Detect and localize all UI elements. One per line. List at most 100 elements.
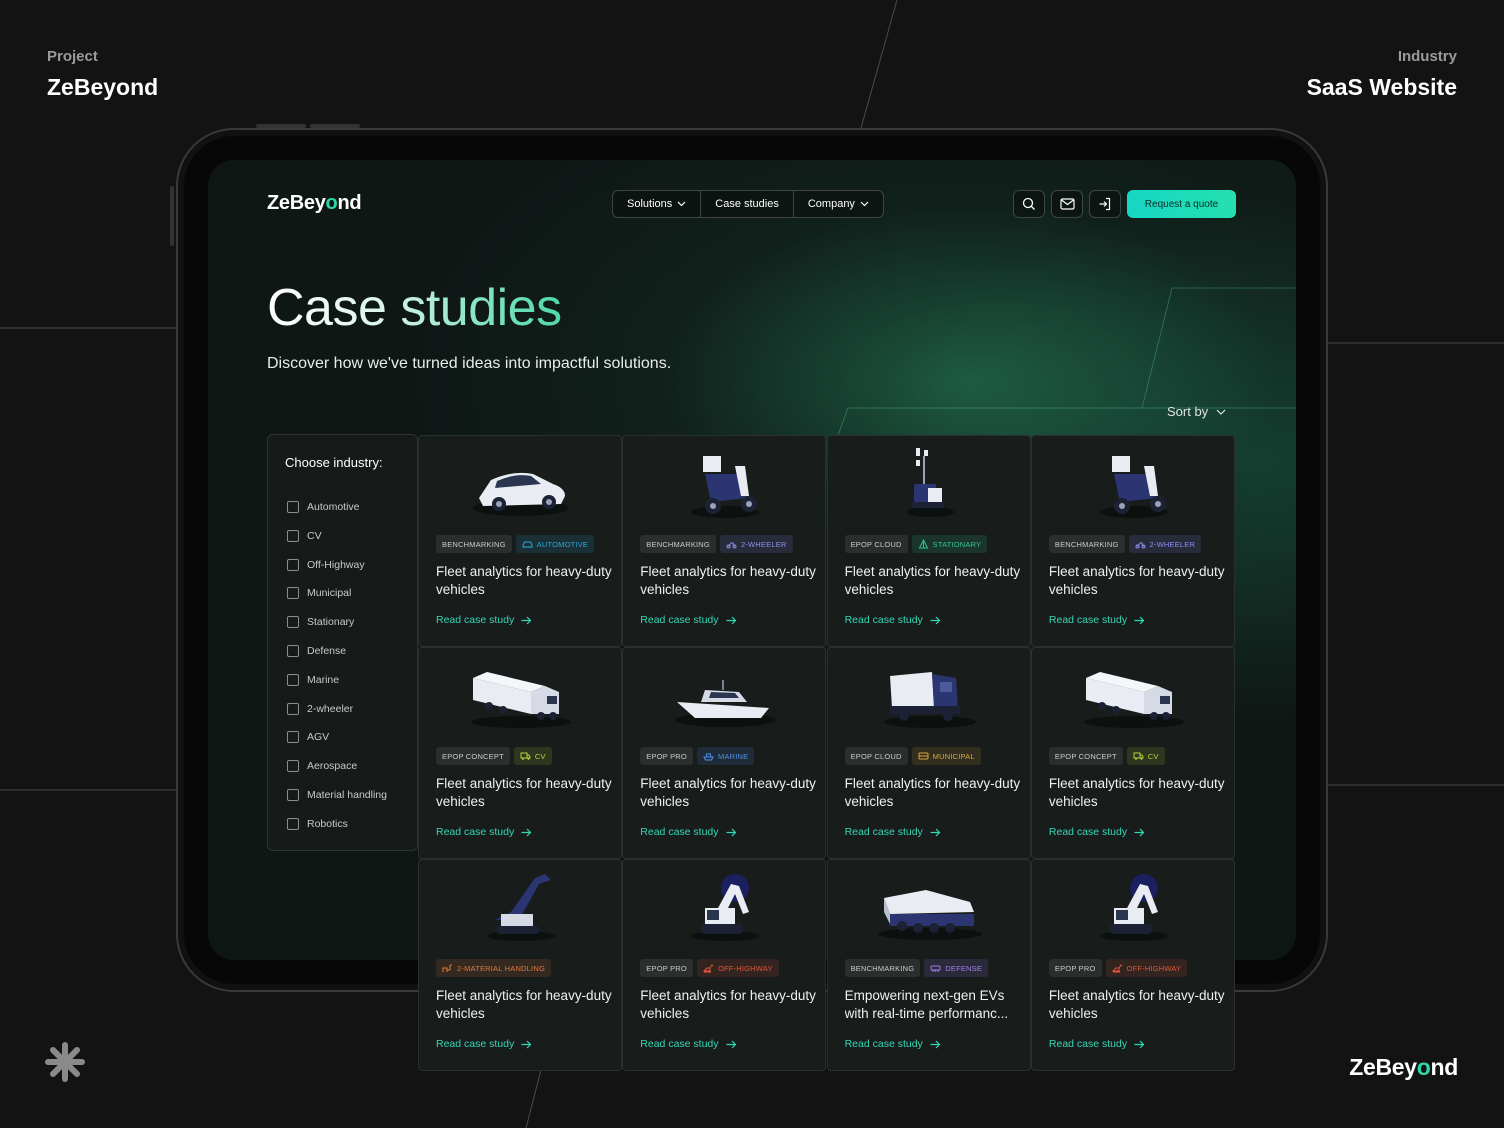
read-case-study-link[interactable]: Read case study <box>640 1038 736 1050</box>
excavator-illustration <box>1099 874 1168 941</box>
read-case-study-link[interactable]: Read case study <box>845 826 941 838</box>
case-study-card[interactable]: EPOP Pro Off-Highway Fleet analytics for h… <box>1030 859 1235 1071</box>
checkbox[interactable] <box>287 587 299 600</box>
card-tags: EPOP Pro Off-Highway <box>640 959 779 977</box>
project-name: ZeBeyond <box>47 74 159 100</box>
login-icon <box>1099 197 1111 211</box>
read-case-study-link[interactable]: Read case study <box>436 1038 532 1050</box>
checkbox[interactable] <box>287 673 299 686</box>
checkbox[interactable] <box>287 501 299 513</box>
filter-option-label: CV <box>307 529 322 542</box>
filter-option-label: Stationary <box>307 616 355 629</box>
case-study-card[interactable]: Benchmarking 2-wheeler Fleet analytics for… <box>622 435 827 647</box>
industry-label: Industry <box>1397 48 1457 65</box>
filter-option[interactable]: Marine <box>287 673 339 686</box>
filter-option[interactable]: Off-Highway <box>287 558 365 571</box>
nav-solutions[interactable]: Solutions <box>613 191 702 217</box>
nav-company[interactable]: Company <box>794 191 883 217</box>
marine-icon <box>703 753 714 761</box>
mail-icon <box>1059 198 1075 210</box>
card-title: Fleet analytics for heavy-duty vehicles <box>1048 564 1225 597</box>
cv-icon <box>1133 752 1144 760</box>
case-study-card[interactable]: EPOP Pro Off-Highway Fleet analytics for h… <box>622 859 827 1071</box>
footer-logo: ZeBeyond <box>1349 1054 1458 1080</box>
industry-filter-panel: Choose industry: Automotive CV Off-Highway… <box>267 434 418 851</box>
filter-option-label: AGV <box>307 731 330 744</box>
checkbox[interactable] <box>287 558 299 571</box>
checkbox[interactable] <box>287 645 299 657</box>
card-title: Fleet analytics for heavy-duty vehicles <box>640 564 816 597</box>
card-tags: Benchmarking Automotive <box>436 535 595 553</box>
checkbox[interactable] <box>287 702 299 715</box>
chevron-down-icon <box>860 201 869 207</box>
filter-option[interactable]: AGV <box>287 731 330 744</box>
checkbox[interactable] <box>287 789 299 801</box>
filter-option-label: Automotive <box>307 501 360 513</box>
filter-option[interactable]: Robotics <box>287 817 348 830</box>
case-study-card[interactable]: 2-Material handling Fleet analytics for h… <box>418 859 622 1071</box>
read-case-study-link[interactable]: Read case study <box>1049 826 1145 838</box>
tag-product: Benchmarking <box>640 535 716 553</box>
filter-option-label: 2-wheeler <box>307 702 354 715</box>
filter-option-label: Defense <box>307 645 347 657</box>
login-button[interactable] <box>1089 190 1121 218</box>
filter-option[interactable]: Stationary <box>287 616 355 629</box>
case-study-card[interactable]: EPOP Cloud Stationary Fleet analytics for … <box>826 435 1031 647</box>
filter-option[interactable]: Municipal <box>287 587 351 600</box>
nav-case-studies[interactable]: Case studies <box>701 191 794 217</box>
mail-button[interactable] <box>1051 190 1083 218</box>
request-quote-button[interactable]: Request a quote <box>1127 190 1236 218</box>
filter-option[interactable]: Aerospace <box>287 760 357 773</box>
arrow-right-icon <box>1134 616 1145 624</box>
read-case-study-link[interactable]: Read case study <box>845 1038 941 1050</box>
case-study-card[interactable]: Benchmarking Defense Empowering next-gen E… <box>826 859 1031 1071</box>
checkbox[interactable] <box>287 529 299 542</box>
handler-illustration <box>487 874 555 941</box>
case-study-card[interactable]: Benchmarking 2-wheeler Fleet analytics for… <box>1030 435 1235 647</box>
filter-option[interactable]: Material handling <box>287 789 387 801</box>
read-case-study-link[interactable]: Read case study <box>436 614 532 626</box>
read-case-study-link[interactable]: Read case study <box>640 826 736 838</box>
case-study-card[interactable]: EPOP Concept CV Fleet analytics for heavy-… <box>1030 647 1235 859</box>
card-tags: 2-Material handling <box>436 959 551 977</box>
card-title: Fleet analytics for heavy-duty vehicles <box>844 776 1021 809</box>
filter-option[interactable]: Defense <box>287 645 346 657</box>
filter-option-label: Material handling <box>307 789 387 801</box>
filter-title: Choose industry: <box>285 455 383 470</box>
read-case-study-link[interactable]: Read case study <box>1049 614 1145 626</box>
tag-product: Benchmarking <box>436 535 512 553</box>
device-button <box>256 124 306 128</box>
read-case-study-link[interactable]: Read case study <box>640 614 736 626</box>
read-case-study-link[interactable]: Read case study <box>845 614 941 626</box>
arrow-right-icon <box>521 828 532 836</box>
filter-option[interactable]: CV <box>287 529 322 542</box>
tag-industry: CV <box>1126 747 1165 765</box>
search-button[interactable] <box>1013 190 1045 218</box>
read-case-study-link[interactable]: Read case study <box>436 826 532 838</box>
read-case-study-link[interactable]: Read case study <box>1049 1038 1145 1050</box>
chevron-down-icon <box>1216 409 1226 415</box>
checkbox[interactable] <box>287 760 299 773</box>
case-study-card[interactable]: EPOP Pro Marine Fleet analytics for heavy-… <box>622 647 827 859</box>
sort-by-dropdown[interactable]: Sort by <box>1167 404 1226 419</box>
card-title: Fleet analytics for heavy-duty vehicles <box>1048 776 1225 809</box>
filter-option-label: Robotics <box>307 817 348 830</box>
filter-option-label: Off-Highway <box>307 558 365 571</box>
page-subtitle: Discover how we've turned ideas into imp… <box>267 355 672 372</box>
arrow-right-icon <box>930 828 941 836</box>
checkbox[interactable] <box>287 817 299 830</box>
checkbox[interactable] <box>287 616 299 629</box>
site-logo[interactable]: ZeBeyond <box>267 192 362 215</box>
card-tags: EPOP Concept CV <box>1048 747 1165 765</box>
main-nav: Solutions Case studies Company <box>612 190 884 218</box>
filter-option[interactable]: Automotive <box>287 501 360 513</box>
case-study-card[interactable]: EPOP Cloud Municipal Fleet analytics for h… <box>826 647 1031 859</box>
checkbox[interactable] <box>287 731 299 744</box>
filter-option[interactable]: 2-wheeler <box>287 702 354 715</box>
case-study-card[interactable]: EPOP Concept CV Fleet analytics for heavy-… <box>418 647 622 859</box>
tag-product: EPOP Concept <box>1048 747 1123 765</box>
tag-product: EPOP Cloud <box>844 747 908 765</box>
tag-industry: Defense <box>924 959 989 977</box>
device-button <box>310 124 360 128</box>
case-study-card[interactable]: Benchmarking Automotive Fleet analytics fo… <box>418 435 622 647</box>
